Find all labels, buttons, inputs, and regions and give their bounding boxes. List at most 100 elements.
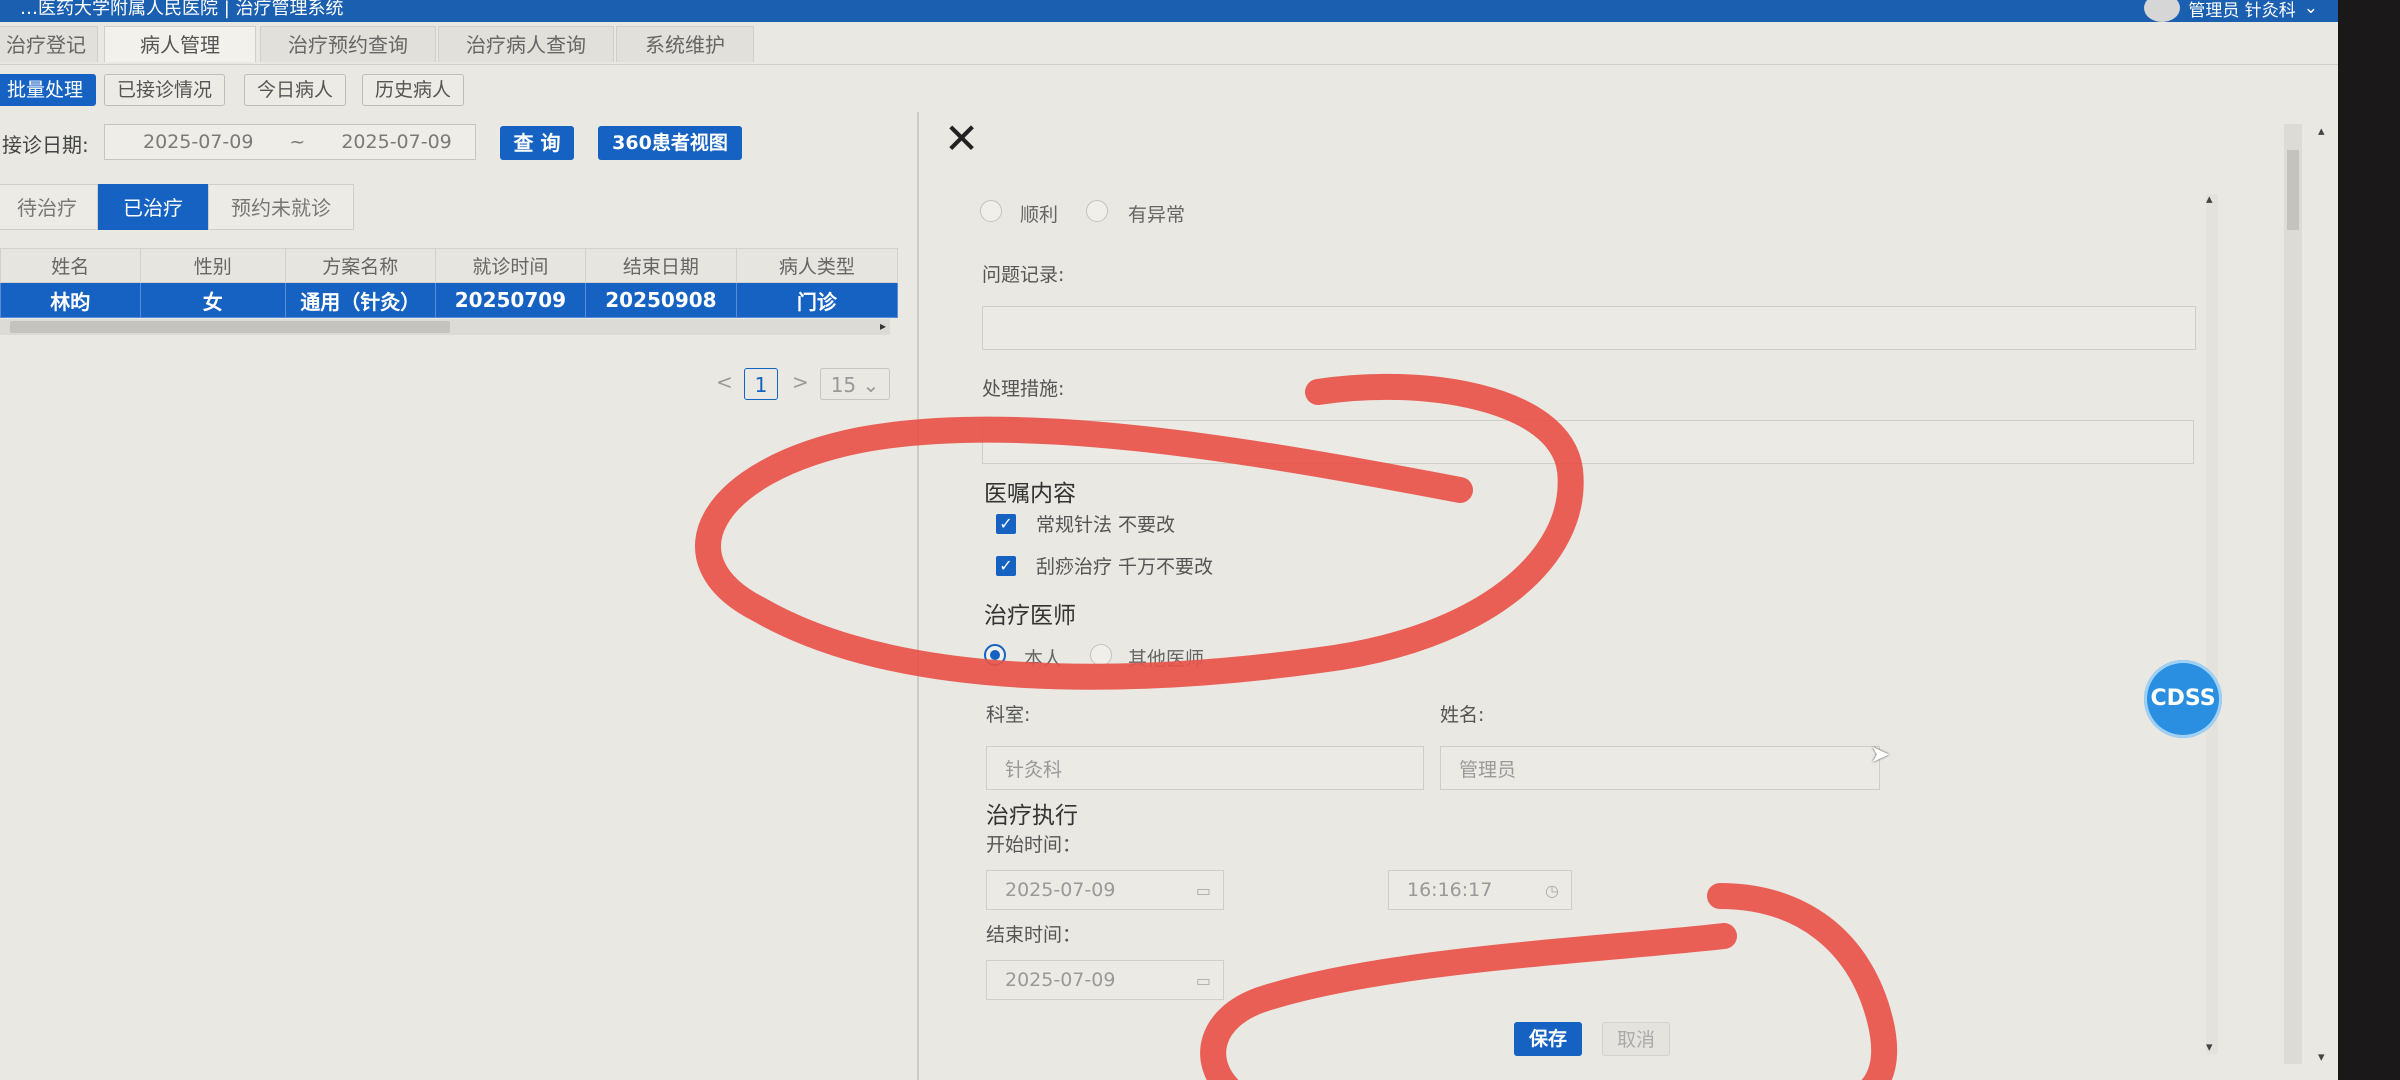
user-menu[interactable]: 管理员 针灸科 ⌄	[2144, 0, 2318, 22]
page-size-value: 15	[830, 373, 857, 397]
main-nav: 治疗登记 病人管理 治疗预约查询 治疗病人查询 系统维护	[0, 26, 2338, 65]
cdss-button[interactable]: CDSS	[2144, 660, 2222, 738]
col-gender[interactable]: 性别	[139, 248, 286, 283]
outcome-radio-smooth[interactable]	[980, 200, 1002, 222]
tab-patient-management[interactable]: 病人管理	[104, 26, 256, 62]
problem-record-label: 问题记录:	[982, 264, 1065, 286]
chevron-down-icon: ⌄	[2303, 0, 2318, 18]
close-icon[interactable]: ✕	[944, 118, 979, 160]
form-vertical-scrollbar[interactable]	[2206, 194, 2218, 1054]
advice-checkbox-1[interactable]: ✓	[996, 514, 1016, 534]
doctor-name-input[interactable]: 管理员	[1440, 746, 1880, 790]
doctor-label-self: 本人	[1024, 648, 1063, 670]
measure-label: 处理措施:	[982, 378, 1065, 400]
col-patient-type[interactable]: 病人类型	[735, 248, 899, 283]
cell-patient-type: 门诊	[735, 282, 899, 318]
tab-treatment-register[interactable]: 治疗登记	[0, 26, 98, 62]
red-marker-annotations	[695, 373, 1898, 1080]
scroll-right-arrow-icon[interactable]: ▸	[880, 319, 886, 333]
calendar-icon[interactable]: ▭	[1196, 881, 1211, 900]
view-360-button[interactable]: 360患者视图	[598, 126, 742, 160]
date-separator: ~	[289, 131, 306, 153]
doctor-radio-other[interactable]	[1090, 644, 1112, 666]
tab-appointment-query[interactable]: 治疗预约查询	[260, 26, 436, 62]
table-row[interactable]: 林昀 女 通用（针灸） 20250709 20250908 门诊	[0, 282, 899, 318]
tab-patient-query[interactable]: 治疗病人查询	[438, 26, 614, 62]
doctor-radio-self[interactable]	[984, 644, 1006, 666]
history-patients-button[interactable]: 历史病人	[362, 74, 465, 106]
dept-value: 针灸科	[1005, 758, 1063, 781]
doctor-name-value: 管理员	[1459, 758, 1517, 781]
measure-input[interactable]	[982, 420, 2194, 464]
start-time-input[interactable]: 16:16:17 ◷	[1388, 870, 1572, 910]
cell-plan: 通用（针灸）	[284, 282, 436, 318]
tab-treated[interactable]: 已治疗	[98, 184, 208, 230]
outcome-label-abnormal: 有异常	[1128, 204, 1186, 226]
end-date-input[interactable]: 2025-07-09 ▭	[986, 960, 1224, 1000]
scrollbar-thumb[interactable]	[10, 321, 450, 333]
tab-pending-treatment[interactable]: 待治疗	[0, 184, 98, 230]
query-button[interactable]: 查 询	[500, 126, 574, 160]
user-name: 管理员 针灸科	[2188, 0, 2296, 21]
dept-input[interactable]: 针灸科	[986, 746, 1424, 790]
cell-visit-time: 20250709	[434, 282, 587, 318]
date-start: 2025-07-09	[143, 131, 254, 153]
save-button[interactable]: 保存	[1514, 1022, 1582, 1056]
advice-label-2: 刮痧治疗 千万不要改	[1036, 556, 1214, 578]
app-screen: …医药大学附属人民医院 | 治疗管理系统 管理员 针灸科 ⌄ 治疗登记 病人管理…	[0, 0, 2338, 1080]
scroll-up-arrow-icon[interactable]: ▴	[2318, 124, 2325, 139]
date-label: 接诊日期:	[2, 133, 89, 157]
mouse-cursor-icon: ➤	[1870, 740, 1891, 768]
tab-system-maintenance[interactable]: 系统维护	[616, 26, 754, 62]
start-time-value: 16:16:17	[1407, 879, 1493, 901]
end-date-value: 2025-07-09	[1005, 969, 1116, 991]
cell-name: 林昀	[0, 282, 141, 318]
start-date-input[interactable]: 2025-07-09 ▭	[986, 870, 1224, 910]
name-label: 姓名:	[1440, 704, 1485, 726]
problem-record-input[interactable]	[982, 306, 2196, 350]
title-bar: …医药大学附属人民医院 | 治疗管理系统 管理员 针灸科 ⌄	[0, 0, 2338, 22]
dept-label: 科室:	[986, 704, 1031, 726]
scrollbar-thumb[interactable]	[2287, 150, 2299, 230]
tab-booked-no-show[interactable]: 预约未就诊	[208, 184, 354, 230]
table-horizontal-scrollbar[interactable]: ▸	[0, 319, 890, 335]
page-vertical-scrollbar[interactable]	[2284, 124, 2302, 1064]
clock-icon[interactable]: ◷	[1545, 881, 1559, 900]
table-header-row: 姓名 性别 方案名称 就诊时间 结束日期 病人类型	[0, 248, 899, 283]
avatar	[2144, 0, 2181, 22]
start-time-label: 开始时间：	[986, 834, 1082, 856]
date-end: 2025-07-09	[341, 131, 452, 153]
next-page-icon[interactable]: >	[792, 370, 809, 394]
advice-title: 医嘱内容	[984, 481, 1076, 507]
prev-page-icon[interactable]: <	[716, 370, 733, 394]
start-date-value: 2025-07-09	[1005, 879, 1116, 901]
doctor-title: 治疗医师	[984, 603, 1076, 629]
app-title: …医药大学附属人民医院 | 治疗管理系统	[20, 0, 344, 19]
col-name[interactable]: 姓名	[0, 248, 141, 283]
outcome-radio-abnormal[interactable]	[1086, 200, 1108, 222]
today-patients-button[interactable]: 今日病人	[244, 74, 347, 106]
cell-end-date: 20250908	[585, 282, 737, 318]
end-time-label: 结束时间：	[986, 924, 1082, 946]
cell-gender: 女	[139, 282, 286, 318]
scroll-down-arrow-icon[interactable]: ▾	[2318, 1050, 2325, 1065]
advice-label-1: 常规针法 不要改	[1036, 514, 1176, 536]
scroll-up-arrow-icon[interactable]: ▴	[2206, 192, 2213, 207]
col-visit-time[interactable]: 就诊时间	[434, 248, 587, 283]
col-plan[interactable]: 方案名称	[284, 248, 436, 283]
received-status-button[interactable]: 已接诊情况	[104, 74, 226, 106]
page-size-select[interactable]: 15 ⌄	[820, 368, 890, 400]
panel-divider	[917, 112, 919, 1080]
exec-title: 治疗执行	[986, 803, 1078, 829]
calendar-icon[interactable]: ▭	[1196, 971, 1211, 990]
patient-table: 姓名 性别 方案名称 就诊时间 结束日期 病人类型 林昀 女 通用（针灸） 20…	[0, 248, 899, 318]
cancel-button[interactable]: 取消	[1602, 1022, 1670, 1056]
batch-process-button[interactable]: 批量处理	[0, 74, 97, 106]
col-end-date[interactable]: 结束日期	[585, 248, 737, 283]
doctor-label-other: 其他医师	[1128, 648, 1205, 670]
scroll-down-arrow-icon[interactable]: ▾	[2206, 1040, 2213, 1055]
advice-checkbox-2[interactable]: ✓	[996, 556, 1016, 576]
date-range-input[interactable]: 2025-07-09 ~ 2025-07-09	[104, 124, 476, 160]
outcome-label-smooth: 顺利	[1020, 204, 1059, 226]
current-page[interactable]: 1	[744, 368, 778, 400]
